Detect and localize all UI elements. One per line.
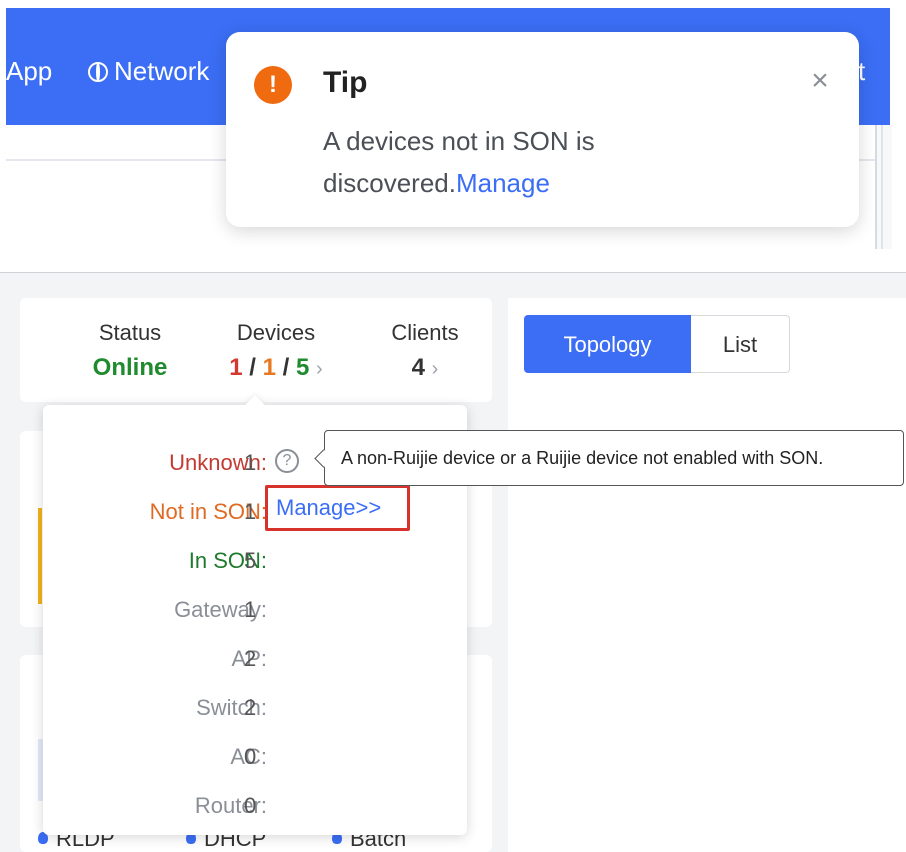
ac-value: 0 — [244, 744, 257, 769]
clients-label: Clients — [391, 320, 459, 345]
manage-link[interactable]: Manage>> — [276, 494, 381, 522]
devices-in-son-count: 5 — [296, 354, 310, 381]
status-value: Online — [92, 354, 168, 381]
network-summary-card: Status Online Devices 1 / 1 / 5 › Client… — [20, 298, 492, 402]
ac-row: AC: 0 — [43, 742, 467, 772]
chevron-right-icon: › — [431, 358, 439, 380]
nav-network[interactable]: Network — [88, 56, 209, 86]
close-icon[interactable]: × — [807, 66, 833, 96]
warning-icon: ! — [254, 66, 292, 104]
switch-row: Switch: 2 — [43, 693, 467, 723]
gateway-row: Gateway: 1 — [43, 595, 467, 625]
devices-separator: / — [249, 354, 256, 381]
tip-notification: ! Tip × A devices not in SON is discover… — [226, 32, 859, 227]
tip-message: A devices not in SON is discovered.Manag… — [323, 120, 683, 204]
status-stat: Status Online — [70, 320, 190, 382]
topology-panel: Topology List — [508, 298, 906, 852]
not-in-son-row: Not in SON: 1 Manage>> — [43, 485, 467, 531]
view-toggle: Topology List — [524, 315, 790, 375]
clients-stat[interactable]: Clients 4 › — [370, 320, 480, 382]
nav-right-partial[interactable]: t — [858, 56, 865, 86]
network-globe-icon — [88, 62, 108, 82]
not-in-son-value: 1 — [244, 499, 257, 524]
alarm-indicator — [38, 508, 42, 604]
devices-label: Devices — [236, 320, 316, 345]
in-son-row: In SON: 5 — [43, 546, 467, 576]
gateway-value: 1 — [244, 597, 257, 622]
tooltip-text: A non-Ruijie device or a Ruijie device n… — [341, 448, 824, 468]
status-label: Status — [98, 320, 162, 345]
ap-value: 2 — [244, 646, 257, 671]
devices-unknown-count: 1 — [229, 354, 243, 381]
top-screenshot: App Network t ! Tip × A devices not in S… — [0, 0, 906, 252]
tip-title: Tip — [323, 66, 368, 99]
ap-row: AP: 2 — [43, 644, 467, 674]
devices-stat[interactable]: Devices 1 / 1 / 5 › — [196, 320, 356, 382]
devices-not-in-son-count: 1 — [262, 354, 276, 381]
scrollbar[interactable] — [875, 125, 892, 249]
unknown-value: 1 — [244, 450, 257, 475]
in-son-value: 5 — [244, 548, 257, 573]
switch-label: Switch: — [196, 695, 267, 720]
devices-separator: / — [282, 354, 290, 381]
nav-network-label: Network — [114, 56, 210, 86]
clients-count: 4 — [411, 354, 425, 381]
devices-value[interactable]: 1 / 1 / 5 › — [196, 354, 356, 382]
chevron-right-icon: › — [316, 358, 323, 380]
tip-manage-link[interactable]: Manage — [456, 168, 550, 198]
router-value: 0 — [244, 793, 257, 818]
clients-value[interactable]: 4 › — [370, 354, 480, 382]
nav-app[interactable]: App — [6, 56, 52, 86]
router-row: Router: 0 — [43, 791, 467, 821]
manage-highlight: Manage>> — [265, 485, 410, 531]
unknown-tooltip: A non-Ruijie device or a Ruijie device n… — [324, 430, 904, 486]
question-circle-icon[interactable]: ? — [275, 449, 299, 473]
tab-topology[interactable]: Topology — [524, 315, 691, 373]
tab-list[interactable]: List — [691, 315, 790, 373]
switch-value: 2 — [244, 695, 257, 720]
